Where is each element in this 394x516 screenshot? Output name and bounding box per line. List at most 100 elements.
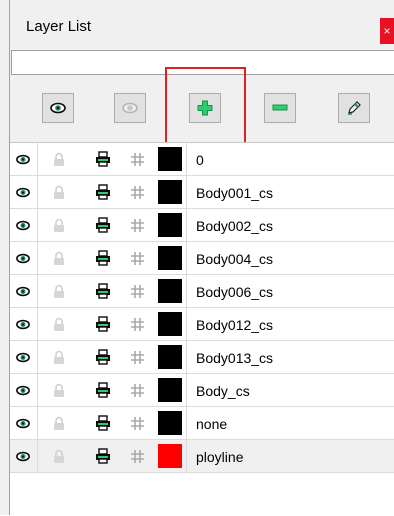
layer-name: Body002_cs (196, 218, 274, 234)
print-toggle-printer-icon[interactable] (90, 209, 116, 241)
layer-name: ployline (196, 449, 244, 465)
color-swatch-box (158, 312, 182, 336)
layer-color-swatch[interactable] (158, 209, 182, 241)
column-divider (37, 275, 38, 307)
visibility-toggle-eye-icon[interactable] (10, 341, 36, 373)
lock-toggle-lock-icon[interactable] (46, 407, 72, 439)
color-swatch-box (158, 444, 182, 468)
layer-row[interactable]: Body001_cs (10, 176, 394, 209)
close-button[interactable]: × (380, 18, 394, 44)
color-swatch-box (158, 246, 182, 270)
layer-color-swatch[interactable] (158, 143, 182, 175)
layer-row[interactable]: Body_cs (10, 374, 394, 407)
layer-color-swatch[interactable] (158, 176, 182, 208)
print-toggle-printer-icon[interactable] (90, 275, 116, 307)
layer-name: Body012_cs (196, 317, 274, 333)
visibility-toggle-eye-icon[interactable] (10, 440, 36, 472)
layer-row[interactable]: Body002_cs (10, 209, 394, 242)
visibility-toggle-eye-icon[interactable] (10, 143, 36, 175)
visibility-toggle-eye-icon[interactable] (10, 242, 36, 274)
show-all-button[interactable] (42, 93, 74, 123)
hide-all-button[interactable] (114, 93, 146, 123)
column-divider (186, 143, 187, 175)
lock-toggle-lock-icon[interactable] (46, 341, 72, 373)
grid-hash-icon[interactable] (124, 440, 150, 472)
color-swatch-box (158, 279, 182, 303)
column-divider (186, 242, 187, 274)
layer-color-swatch[interactable] (158, 374, 182, 406)
visibility-toggle-eye-icon[interactable] (10, 374, 36, 406)
layer-name: Body006_cs (196, 284, 274, 300)
column-divider (186, 374, 187, 406)
layer-color-swatch[interactable] (158, 407, 182, 439)
remove-layer-button[interactable] (264, 93, 296, 123)
eye-disabled-icon (122, 102, 138, 114)
add-button-highlight (165, 67, 246, 150)
grid-hash-icon[interactable] (124, 143, 150, 175)
panel-titlebar: Layer List × (10, 0, 394, 49)
grid-hash-icon[interactable] (124, 308, 150, 340)
visibility-toggle-eye-icon[interactable] (10, 275, 36, 307)
lock-toggle-lock-icon[interactable] (46, 209, 72, 241)
layer-color-swatch[interactable] (158, 440, 182, 472)
column-divider (37, 341, 38, 373)
layer-row[interactable]: Body006_cs (10, 275, 394, 308)
grid-hash-icon[interactable] (124, 275, 150, 307)
grid-hash-icon[interactable] (124, 374, 150, 406)
color-swatch-box (158, 213, 182, 237)
pencil-icon (348, 101, 361, 115)
print-toggle-printer-icon[interactable] (90, 341, 116, 373)
edit-layer-button[interactable] (338, 93, 370, 123)
print-toggle-printer-icon[interactable] (90, 440, 116, 472)
print-toggle-printer-icon[interactable] (90, 308, 116, 340)
column-divider (37, 440, 38, 472)
column-divider (186, 407, 187, 439)
grid-hash-icon[interactable] (124, 176, 150, 208)
print-toggle-printer-icon[interactable] (90, 143, 116, 175)
color-swatch-box (158, 378, 182, 402)
grid-hash-icon[interactable] (124, 341, 150, 373)
column-divider (37, 209, 38, 241)
lock-toggle-lock-icon[interactable] (46, 176, 72, 208)
column-divider (186, 308, 187, 340)
column-divider (37, 407, 38, 439)
visibility-toggle-eye-icon[interactable] (10, 308, 36, 340)
lock-toggle-lock-icon[interactable] (46, 440, 72, 472)
lock-toggle-lock-icon[interactable] (46, 275, 72, 307)
print-toggle-printer-icon[interactable] (90, 407, 116, 439)
grid-hash-icon[interactable] (124, 209, 150, 241)
layer-color-swatch[interactable] (158, 242, 182, 274)
color-swatch-box (158, 411, 182, 435)
layer-row[interactable]: none (10, 407, 394, 440)
grid-hash-icon[interactable] (124, 407, 150, 439)
lock-toggle-lock-icon[interactable] (46, 143, 72, 175)
layer-row[interactable]: Body012_cs (10, 308, 394, 341)
print-toggle-printer-icon[interactable] (90, 176, 116, 208)
layer-row[interactable]: Body013_cs (10, 341, 394, 374)
print-toggle-printer-icon[interactable] (90, 242, 116, 274)
lock-toggle-lock-icon[interactable] (46, 374, 72, 406)
minus-icon (272, 104, 288, 111)
layer-color-swatch[interactable] (158, 341, 182, 373)
layer-list-panel: Layer List × 0 Body001_cs Body002_cs Bod… (0, 0, 394, 516)
column-divider (186, 341, 187, 373)
print-toggle-printer-icon[interactable] (90, 374, 116, 406)
visibility-toggle-eye-icon[interactable] (10, 407, 36, 439)
panel-title: Layer List (26, 18, 92, 35)
lock-toggle-lock-icon[interactable] (46, 242, 72, 274)
column-divider (37, 176, 38, 208)
color-swatch-box (158, 180, 182, 204)
layer-row[interactable]: 0 (10, 143, 394, 176)
layer-list: 0 Body001_cs Body002_cs Body004_cs Body006_c… (10, 142, 394, 516)
column-divider (186, 209, 187, 241)
layer-row[interactable]: ployline (10, 440, 394, 473)
lock-toggle-lock-icon[interactable] (46, 308, 72, 340)
layer-color-swatch[interactable] (158, 275, 182, 307)
layer-row[interactable]: Body004_cs (10, 242, 394, 275)
visibility-toggle-eye-icon[interactable] (10, 176, 36, 208)
visibility-toggle-eye-icon[interactable] (10, 209, 36, 241)
column-divider (37, 143, 38, 175)
grid-hash-icon[interactable] (124, 242, 150, 274)
layer-color-swatch[interactable] (158, 308, 182, 340)
layer-name: Body013_cs (196, 350, 274, 366)
